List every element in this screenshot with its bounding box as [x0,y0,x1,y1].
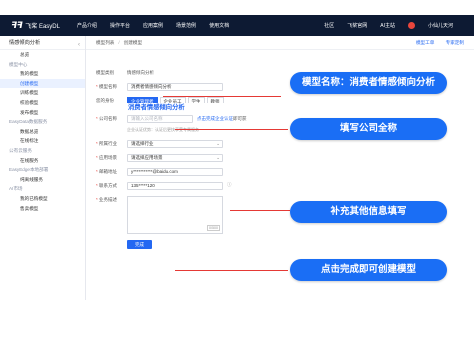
nav-cases[interactable]: 应用案例 [143,22,163,29]
sidebar-item[interactable]: 在线服务 [0,156,85,166]
sidebar-title: 情感倾向分析 ‹ [0,36,85,50]
breadcrumb-links: 模型工单 专家定制 [406,40,464,46]
breadcrumb: 模型列表 / 创建模型 模型工单 专家定制 [86,36,474,50]
sidebar-item[interactable]: 总览 [0,50,85,60]
sidebar-item[interactable]: 我的模型 [0,69,85,79]
industry-select[interactable]: 请选择行业 ⌄ [127,140,223,148]
sidebar-group: 模型中心 [9,61,28,67]
sidebar-group: AI市场 [9,186,23,192]
callout-other-info: 补充其他信息填写 [290,201,447,223]
top-navigation: ꟻꟻ 飞桨 EasyDL 产品介绍 操作平台 应用案例 场景范例 使用文档 社区… [0,15,474,36]
collapse-icon[interactable]: ‹ [78,38,80,52]
sidebar-item[interactable]: 数据总览 [0,127,85,137]
company-cert-hint: 点击完成企业认证即可获 [197,116,247,122]
scene-select[interactable]: 请选择应用场景 ⌄ [127,154,223,162]
app-frame: ꟻꟻ 飞桨 EasyDL 产品介绍 操作平台 应用案例 场景范例 使用文档 社区… [0,15,474,300]
phone-label: * 联系方式 [96,183,118,188]
nav-docs[interactable]: 使用文档 [209,22,229,29]
scene-label: * 应用场景 [96,155,118,160]
model-type-value: 情感倾向分析 [127,70,154,75]
nav-platform[interactable]: 操作平台 [110,22,130,29]
sidebar-item[interactable]: 我的已购模型 [0,194,85,204]
red-arrow-line [230,210,290,212]
identity-label: 您的身份 [96,98,114,103]
company-label: * 公司名称 [96,116,118,121]
model-name-overlay: 消费者情感倾向分析 [127,103,227,113]
submit-button[interactable]: 完成 [127,240,152,249]
email-label: * 邮箱地址 [96,169,118,174]
enterprise-cert-link[interactable]: 点击完成企业认证 [197,116,233,121]
model-ticket-link[interactable]: 模型工单 [416,40,434,45]
company-input[interactable]: 请输入公司名称 [127,115,193,123]
sidebar-item[interactable]: 创建模型 [0,78,85,89]
red-arrow-line [163,96,281,98]
phone-input[interactable]: 135*****120 [127,182,223,190]
nav-left: 产品介绍 操作平台 应用案例 场景范例 使用文档 [77,22,242,29]
char-count: 0/500 [207,225,220,231]
logo[interactable]: ꟻꟻ 飞桨 EasyDL [11,20,71,31]
red-arrow-line [175,129,288,131]
callout-submit: 点击完成即可创建模型 [290,259,447,281]
nav-paddle-site[interactable]: 飞桨官网 [347,22,367,29]
chevron-down-icon: ⌄ [216,155,220,160]
paddle-logo-icon: ꟻꟻ [11,20,23,30]
industry-label: * 所属行业 [96,141,118,146]
sidebar-group: EasyData数据服务 [9,119,48,125]
sidebar-group: EasyEdge本地部署 [9,167,49,173]
company-hint-rest: 即可获 [233,116,247,121]
sidebar-item[interactable]: 在线标注 [0,136,85,146]
model-type-label: 模型类别 [96,70,114,75]
model-name-input[interactable]: 消费者情感倾向分析 [127,83,223,91]
breadcrumb-separator: / [118,40,120,45]
sidebar-group: 公有云服务 [9,147,32,153]
sidebar-item[interactable]: 发布模型 [0,108,85,118]
expert-custom-link[interactable]: 专家定制 [446,40,464,45]
logo-text: 飞桨 EasyDL [25,24,60,30]
user-name: 小仙儿天河 [427,23,453,29]
model-name-label: * 模型名称 [96,84,118,89]
nav-ai-site[interactable]: AI主站 [380,22,395,29]
chevron-down-icon: ⌄ [216,141,220,146]
user-menu[interactable]: 小仙儿天河 [407,22,466,29]
avatar [407,22,415,29]
nav-scenarios[interactable]: 场景范例 [176,22,196,29]
email-input[interactable]: y***********@baidu.com [127,168,223,176]
help-icon[interactable]: ⓘ [227,182,232,188]
description-label: * 业务描述 [96,197,118,202]
sidebar: 情感倾向分析 ‹ 总览 模型中心我的模型 创建模型 训练模型 校验模型 发布模型 EasyD… [0,36,86,300]
callout-model-name: 模型名称：消费者情感倾向分析 [290,72,447,94]
description-textarea[interactable]: 0/500 [127,196,223,234]
breadcrumb-parent[interactable]: 模型列表 [96,40,114,46]
sidebar-list: 总览 模型中心我的模型 创建模型 训练模型 校验模型 发布模型 EasyData数据服务数据… [0,50,85,213]
nav-community[interactable]: 社区 [324,22,334,29]
nav-product-intro[interactable]: 产品介绍 [77,22,97,29]
sidebar-item[interactable]: 校验模型 [0,98,85,108]
nav-right: 社区 飞桨官网 AI主站 小仙儿天河 [324,22,474,29]
callout-company: 填写公司全称 [290,118,447,140]
sidebar-item[interactable]: 纯离线服务 [0,175,85,185]
sidebar-item[interactable]: 售卖模型 [0,204,85,214]
red-arrow-line [175,270,288,272]
breadcrumb-current: 创建模型 [123,39,143,45]
sidebar-item[interactable]: 训练模型 [0,88,85,98]
